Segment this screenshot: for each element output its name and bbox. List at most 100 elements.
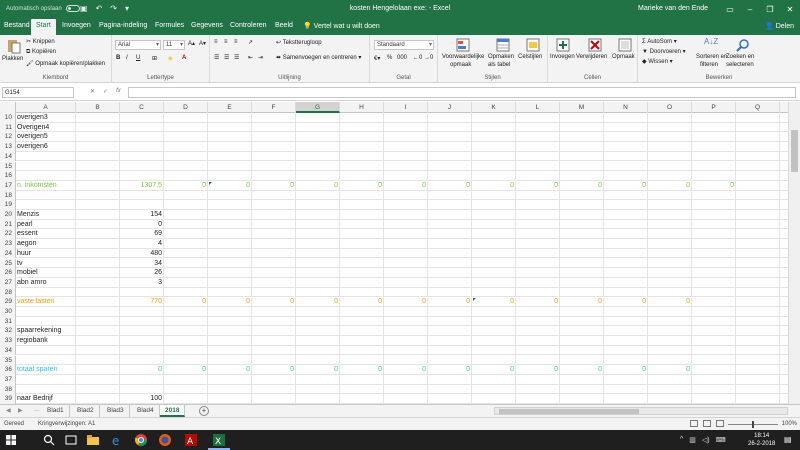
row-header[interactable]: 15 bbox=[0, 161, 16, 172]
keyboard-icon[interactable]: ⌨ bbox=[716, 436, 726, 444]
conditional-format-label-1[interactable]: Voorwaardelijke bbox=[442, 54, 484, 60]
format-as-table-label-2[interactable]: als tabel bbox=[488, 62, 510, 68]
grow-font-icon[interactable]: A▴ bbox=[188, 40, 195, 47]
row-header[interactable]: 31 bbox=[0, 316, 16, 327]
align-bottom-icon[interactable]: ≡ bbox=[234, 39, 238, 45]
cell-value[interactable]: 0 bbox=[208, 297, 252, 307]
cell-value[interactable]: 0 bbox=[384, 181, 428, 191]
cell-value[interactable]: 0 bbox=[648, 181, 692, 191]
find-select-label-1[interactable]: Zoeken en bbox=[726, 54, 754, 60]
shrink-font-icon[interactable]: A▾ bbox=[199, 40, 206, 47]
percent-icon[interactable]: % bbox=[387, 55, 392, 61]
conditional-format-icon[interactable] bbox=[456, 38, 470, 52]
row-header[interactable]: 36 bbox=[0, 365, 16, 375]
row-header[interactable]: 29 bbox=[0, 297, 16, 307]
tab-formulas[interactable]: Formules bbox=[155, 22, 184, 29]
cell-value[interactable]: 770 bbox=[120, 297, 164, 307]
column-header-q[interactable]: Q bbox=[736, 102, 780, 113]
fill-color-icon[interactable]: ◈ bbox=[168, 55, 173, 62]
cell-value[interactable]: 0 bbox=[604, 297, 648, 307]
vertical-scrollbar[interactable] bbox=[788, 102, 800, 404]
cell-value[interactable]: 1307,5 bbox=[120, 181, 164, 191]
row-header[interactable]: 11 bbox=[0, 122, 16, 133]
cell-value[interactable]: 0 bbox=[560, 365, 604, 375]
cell-value[interactable]: 0 bbox=[340, 181, 384, 191]
file-explorer-icon[interactable] bbox=[86, 433, 100, 447]
maximize-icon[interactable]: ❐ bbox=[760, 0, 780, 19]
insert-cells-button[interactable]: Invoegen bbox=[550, 54, 575, 60]
tray-chevron-icon[interactable]: ^ bbox=[680, 436, 683, 444]
cell-styles-label[interactable]: Celstijlen bbox=[518, 54, 542, 60]
cell-value[interactable]: 0 bbox=[428, 181, 472, 191]
cell-value[interactable]: 34 bbox=[120, 259, 164, 269]
add-sheet-icon[interactable]: + bbox=[199, 406, 209, 416]
status-circular-reference[interactable]: Kringverwijzingen: A1 bbox=[38, 421, 95, 427]
column-header-j[interactable]: J bbox=[428, 102, 472, 113]
row-header[interactable]: 35 bbox=[0, 355, 16, 366]
cancel-icon[interactable]: ✕ bbox=[90, 88, 95, 95]
cell-value[interactable]: 0 bbox=[164, 181, 208, 191]
bold-icon[interactable]: B bbox=[116, 55, 120, 61]
comma-style-icon[interactable]: 000 bbox=[397, 55, 407, 61]
formula-input[interactable] bbox=[128, 87, 796, 98]
align-left-icon[interactable]: ☰ bbox=[214, 54, 219, 61]
increase-decimal-icon[interactable]: ←0 bbox=[413, 55, 422, 61]
firefox-icon[interactable] bbox=[158, 433, 172, 447]
decrease-decimal-icon[interactable]: →0 bbox=[424, 55, 433, 61]
page-break-view-icon[interactable] bbox=[716, 420, 724, 427]
conditional-format-label-2[interactable]: opmaak bbox=[450, 62, 471, 68]
sheet-tab-blad1[interactable]: Blad1 bbox=[42, 405, 70, 417]
cell-value[interactable]: 0 bbox=[296, 365, 340, 375]
borders-icon[interactable]: ⊞ bbox=[152, 55, 157, 62]
error-indicator-icon[interactable] bbox=[209, 181, 212, 185]
cell-value[interactable]: 100 bbox=[120, 394, 164, 404]
cell-value[interactable]: 0 bbox=[472, 181, 516, 191]
row-header[interactable]: 19 bbox=[0, 200, 16, 210]
tab-file[interactable]: Bestand bbox=[4, 22, 30, 29]
autosum-button[interactable]: Σ AutoSom ▾ bbox=[642, 38, 677, 45]
cell-value[interactable]: 480 bbox=[120, 249, 164, 259]
row-header[interactable]: 33 bbox=[0, 336, 16, 346]
volume-icon[interactable]: ◁) bbox=[702, 436, 710, 444]
prev-sheet-icon[interactable]: ◀ bbox=[6, 407, 11, 414]
tell-me-box[interactable]: 💡 Vertel wat u wilt doen bbox=[303, 22, 380, 30]
acrobat-icon[interactable]: A bbox=[184, 433, 198, 447]
font-size-combo[interactable]: 11 bbox=[163, 40, 185, 50]
cell-value[interactable]: 69 bbox=[120, 229, 164, 239]
cell-value[interactable]: 0 bbox=[472, 365, 516, 375]
sort-filter-icon[interactable]: A↓Z bbox=[704, 37, 718, 46]
column-header-g[interactable]: G bbox=[296, 102, 340, 113]
row-header[interactable]: 20 bbox=[0, 210, 16, 220]
close-icon[interactable]: ✕ bbox=[780, 0, 800, 19]
cell-value[interactable]: 4 bbox=[120, 239, 164, 249]
format-as-table-label-1[interactable]: Opmaken bbox=[488, 54, 514, 60]
cell-value[interactable]: 0 bbox=[252, 181, 296, 191]
cell-value[interactable]: 0 bbox=[252, 297, 296, 307]
clear-button[interactable]: ◆ Wissen ▾ bbox=[642, 58, 673, 65]
column-header-e[interactable]: E bbox=[208, 102, 252, 113]
horizontal-scrollbar[interactable] bbox=[494, 407, 788, 415]
cell-value[interactable]: 0 bbox=[120, 220, 164, 230]
cell-value[interactable]: 0 bbox=[428, 365, 472, 375]
vertical-scroll-thumb[interactable] bbox=[791, 130, 798, 172]
row-header[interactable]: 38 bbox=[0, 384, 16, 395]
paste-icon[interactable] bbox=[6, 38, 22, 54]
normal-view-icon[interactable] bbox=[690, 420, 698, 427]
font-name-combo[interactable]: Arial bbox=[115, 40, 161, 50]
cell-value[interactable]: 0 bbox=[560, 181, 604, 191]
row-header[interactable]: 18 bbox=[0, 190, 16, 201]
cell-value[interactable]: 0 bbox=[340, 365, 384, 375]
cell-value[interactable]: 0 bbox=[428, 297, 472, 307]
tab-home[interactable]: Start bbox=[31, 19, 56, 35]
wrap-text-button[interactable]: ↩ Tekstterugloop bbox=[276, 39, 322, 46]
cell-value[interactable]: 0 bbox=[648, 365, 692, 375]
tab-data[interactable]: Gegevens bbox=[191, 22, 223, 29]
ribbon-options-icon[interactable]: ▭ bbox=[720, 0, 740, 19]
cell-value[interactable]: 0 bbox=[516, 365, 560, 375]
cut-button[interactable]: ✂ Knippen bbox=[26, 38, 55, 45]
delete-cells-button[interactable]: Verwijderen bbox=[576, 54, 607, 60]
merge-center-button[interactable]: ⬌ Samenvoegen en centreren ▾ bbox=[276, 54, 361, 61]
row-header[interactable]: 23 bbox=[0, 239, 16, 249]
row-header[interactable]: 21 bbox=[0, 219, 16, 230]
decrease-indent-icon[interactable]: ⇤ bbox=[248, 54, 253, 61]
